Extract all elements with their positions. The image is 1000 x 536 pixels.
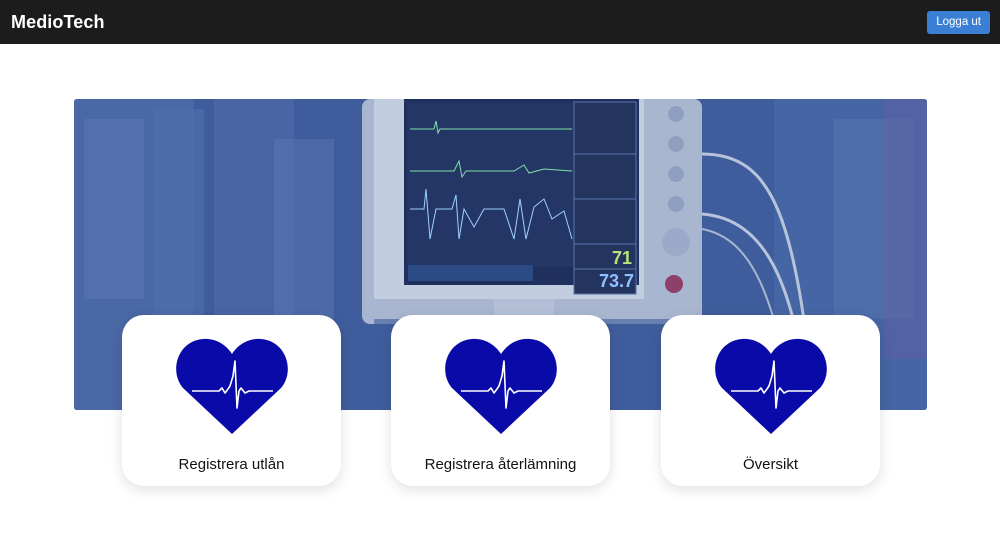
top-navbar: MedioTech Logga ut (0, 0, 1000, 44)
card-label: Översikt (742, 456, 798, 473)
card-oversikt[interactable]: Översikt (661, 315, 880, 486)
card-label: Registrera utlån (178, 456, 285, 473)
brand-logo[interactable]: MedioTech (11, 12, 105, 33)
card-registrera-utlan[interactable]: Registrera utlån (122, 315, 341, 486)
heart-pulse-icon (445, 338, 557, 434)
card-registrera-aterlamning[interactable]: Registrera återlämning (391, 315, 610, 486)
heart-pulse-icon (715, 338, 827, 434)
monitor-reading-hr: 71 (612, 248, 632, 268)
logout-button[interactable]: Logga ut (927, 10, 990, 34)
heart-pulse-icon (176, 338, 288, 434)
monitor-reading-temp: 73.7 (599, 271, 634, 291)
card-label: Registrera återlämning (424, 456, 577, 473)
